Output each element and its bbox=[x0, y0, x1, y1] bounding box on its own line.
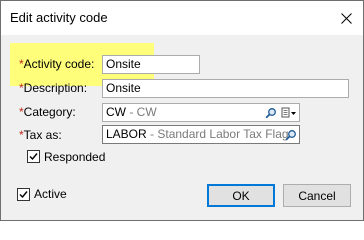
title-bar: Edit activity code bbox=[1, 1, 363, 35]
category-label: *Category: bbox=[19, 105, 76, 119]
active-checkbox[interactable] bbox=[17, 188, 30, 201]
description-label: *Description: bbox=[19, 81, 88, 95]
close-icon bbox=[340, 12, 352, 24]
search-icon[interactable] bbox=[285, 129, 297, 141]
ok-button[interactable]: OK bbox=[207, 184, 275, 207]
edit-activity-code-dialog: Edit activity code *Activity code: Onsit… bbox=[0, 0, 364, 221]
category-input[interactable]: CW - CW bbox=[102, 103, 300, 122]
close-button[interactable] bbox=[329, 1, 363, 35]
search-icon[interactable] bbox=[265, 107, 277, 119]
tax-as-input[interactable]: LABOR - Standard Labor Tax Flag bbox=[102, 125, 300, 144]
activity-code-input[interactable]: Onsite bbox=[102, 55, 200, 74]
activity-code-label: *Activity code: bbox=[19, 57, 95, 71]
dialog-title: Edit activity code bbox=[10, 10, 108, 25]
cancel-button[interactable]: Cancel bbox=[283, 184, 351, 207]
checkmark-icon bbox=[19, 191, 28, 199]
responded-checkbox[interactable] bbox=[27, 150, 40, 163]
active-label: Active bbox=[34, 187, 67, 201]
checkmark-icon bbox=[29, 153, 38, 161]
tax-as-label: *Tax as: bbox=[19, 128, 62, 142]
responded-label: Responded bbox=[44, 150, 106, 164]
description-input[interactable]: Onsite bbox=[102, 79, 349, 98]
dropdown-menu-icon[interactable] bbox=[281, 107, 297, 119]
